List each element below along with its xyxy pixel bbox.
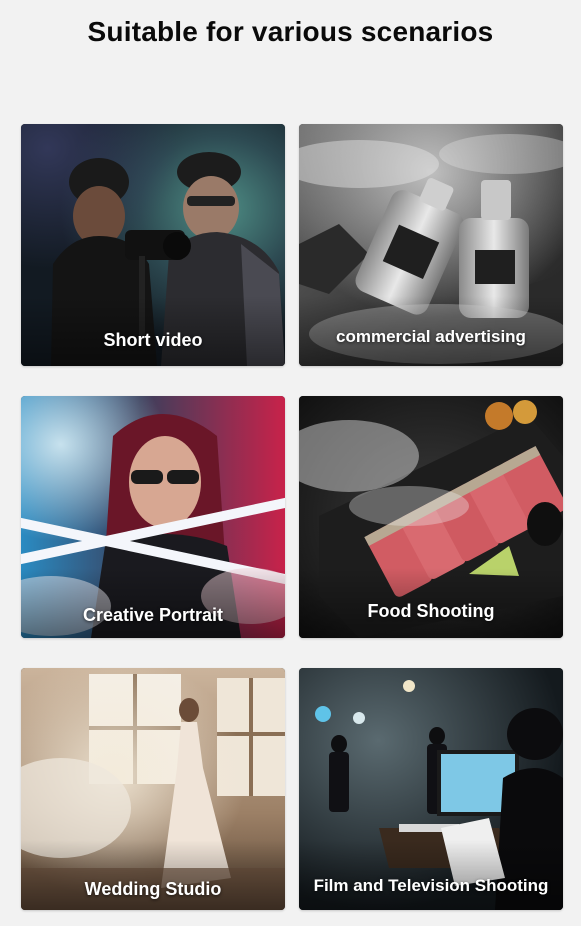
scenario-card-wedding-studio[interactable]: Wedding Studio	[21, 668, 285, 910]
scenario-card-commercial-advertising[interactable]: commercial advertising	[299, 124, 563, 366]
scenario-label: Wedding Studio	[84, 879, 222, 899]
scenario-label: Food Shooting	[367, 601, 495, 621]
scenarios-page: Suitable for various scenarios Short vid…	[0, 0, 581, 926]
scenario-card-food-shooting[interactable]: Food Shooting	[299, 396, 563, 638]
scenario-card-short-video[interactable]: Short video	[21, 124, 285, 366]
label-shade	[21, 568, 285, 638]
scenario-label: Creative Portrait	[82, 605, 224, 625]
page-title: Suitable for various scenarios	[87, 16, 494, 47]
scenario-label: commercial advertising	[336, 327, 526, 346]
scenario-card-creative-portrait[interactable]: Creative Portrait	[21, 396, 285, 638]
scenario-label: Film and Television Shooting	[313, 876, 549, 895]
scenario-label: Short video	[103, 330, 203, 350]
scenario-card-film-and-television-shooting[interactable]: Film and Television Shooting	[299, 668, 563, 910]
